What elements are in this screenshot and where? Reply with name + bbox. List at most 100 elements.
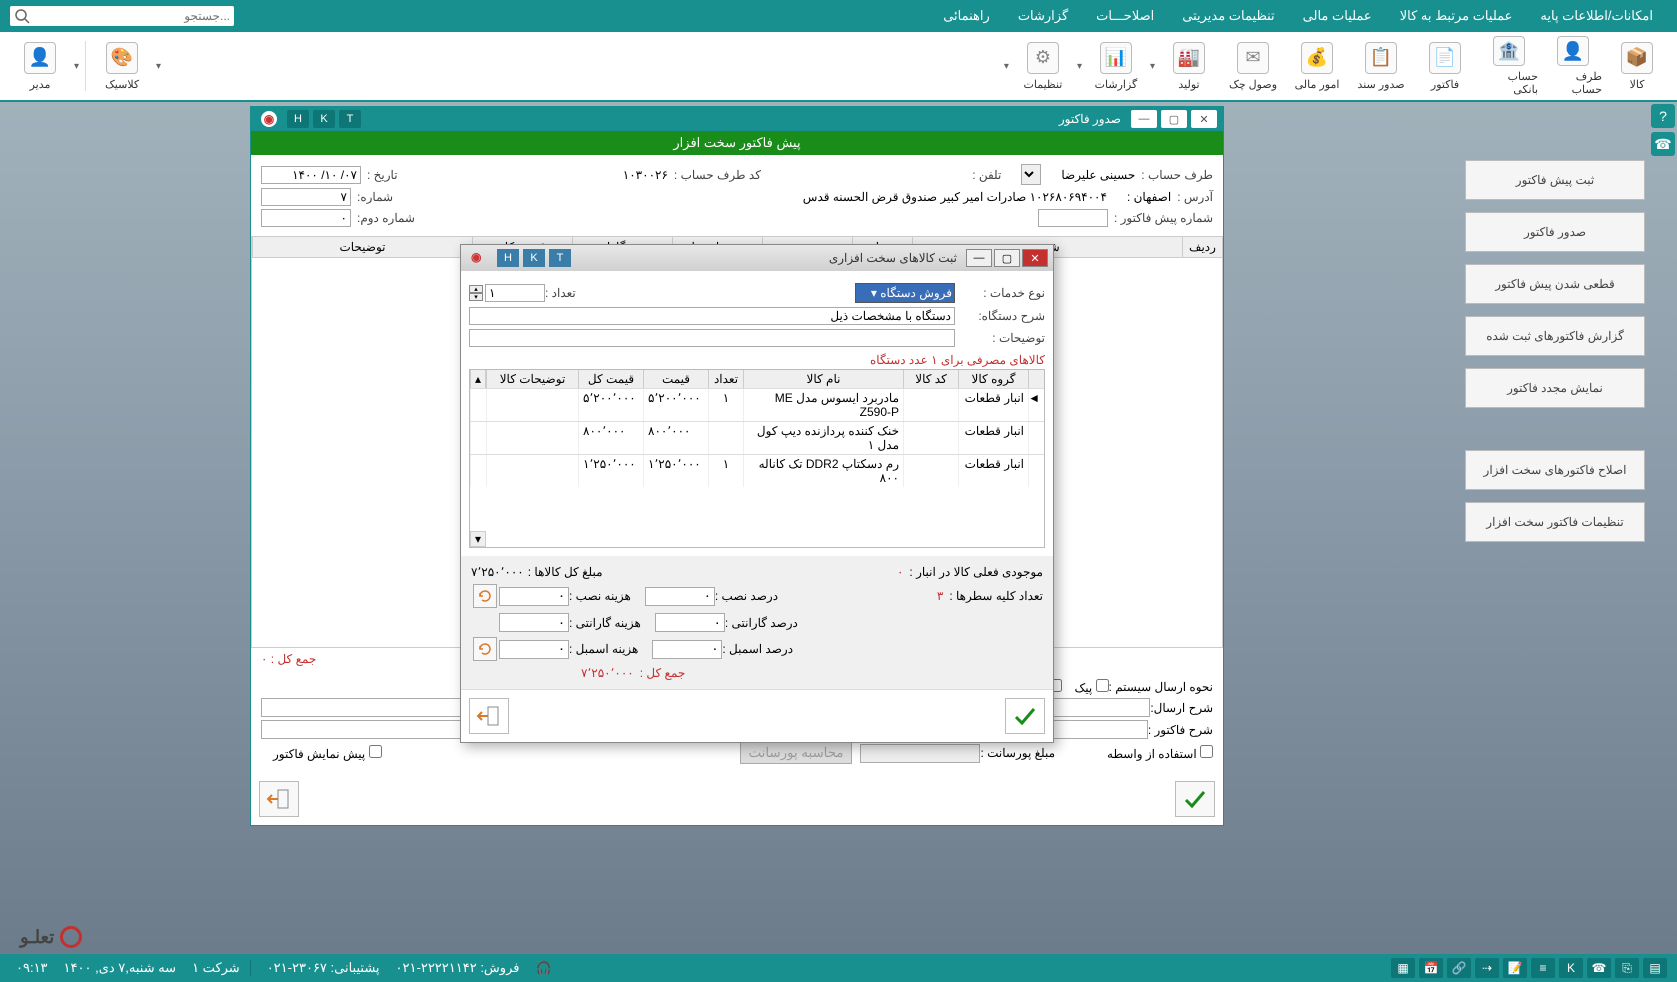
menu-reports[interactable]: گزارشات — [1004, 8, 1082, 24]
warranty-pct-input[interactable] — [655, 613, 725, 632]
modal-maximize-button[interactable]: ▢ — [994, 249, 1020, 267]
install-cost-input[interactable] — [499, 587, 569, 606]
number-input[interactable] — [261, 188, 351, 206]
assemble-pct-label: درصد اسمبل : — [722, 642, 793, 656]
tool-cheque[interactable]: ✉وصول چک — [1223, 35, 1283, 97]
sb-icon-phone[interactable]: ☎ — [1587, 958, 1611, 978]
modal-k-button[interactable]: K — [523, 249, 545, 267]
btn-hw-invoice-settings[interactable]: تنظیمات فاکتور سخت افزار — [1465, 502, 1645, 542]
device-desc-input[interactable] — [469, 307, 955, 325]
h-button[interactable]: H — [287, 110, 309, 128]
second-num-input[interactable] — [261, 209, 351, 227]
toolbar-left-group: 👤مدیر▾ 🎨کلاسیک▾ — [8, 35, 163, 97]
tool-admin[interactable]: 👤مدیر — [10, 35, 70, 97]
table-row[interactable]: ◄ انبار قطعات مادربرد ایسوس مدل ME Z590-… — [470, 388, 1044, 421]
preinvoice-num-input[interactable] — [1038, 209, 1108, 227]
modal-titlebar: ◉ H K T ثبت کالاهای سخت افزاری — ▢ ✕ — [461, 245, 1053, 271]
table-row[interactable]: انبار قطعات رم دسکتاپ DDR2 تک کاناله ۸۰۰… — [470, 454, 1044, 487]
tool-finance[interactable]: 💰امور مالی — [1287, 35, 1347, 97]
search-input[interactable] — [30, 9, 230, 23]
tool-goods[interactable]: 📦کالا — [1607, 35, 1667, 97]
second-num-label: شماره دوم: — [357, 211, 415, 225]
menu-goods-ops[interactable]: عملیات مرتبط به کالا — [1386, 8, 1527, 24]
scroll-up-icon[interactable]: ▴ — [470, 370, 486, 388]
dropdown-arrow-icon[interactable]: ▾ — [1075, 59, 1084, 74]
menu-help[interactable]: راهنمائی — [929, 8, 1004, 24]
assemble-pct-input[interactable] — [652, 640, 722, 659]
modal-exit-button[interactable] — [469, 698, 509, 734]
menu-base[interactable]: امکانات/اطلاعات پایه — [1526, 8, 1667, 24]
spin-down[interactable]: ▾ — [469, 293, 483, 301]
calc-commission-button[interactable]: محاسبه پورسانت — [740, 742, 853, 764]
sb-icon-1[interactable]: ▦ — [1391, 958, 1415, 978]
dropdown-arrow-icon[interactable]: ▾ — [1002, 59, 1011, 74]
tool-invoice[interactable]: 📄فاکتور — [1415, 35, 1475, 97]
sb-icon-note[interactable]: 📝 — [1503, 958, 1527, 978]
tool-production[interactable]: 🏭تولید — [1159, 35, 1219, 97]
dropdown-arrow-icon[interactable]: ▾ — [72, 59, 81, 74]
sb-icon-calendar[interactable]: 📅 — [1419, 958, 1443, 978]
minimize-button[interactable]: — — [1131, 110, 1157, 128]
t-button[interactable]: T — [339, 110, 361, 128]
modal-t-button[interactable]: T — [549, 249, 571, 267]
sb-icon-link[interactable]: 🔗 — [1447, 958, 1471, 978]
statusbar-icons: ▦ 📅 🔗 ⇢ 📝 ≡ K ☎ ⎘ ▤ — [1389, 958, 1669, 978]
help-icon[interactable]: ? — [1651, 104, 1675, 128]
tool-issue-doc[interactable]: 📋صدور سند — [1351, 35, 1411, 97]
warranty-cost-input[interactable] — [499, 613, 569, 632]
k-button[interactable]: K — [313, 110, 335, 128]
btn-register-preinvoice[interactable]: ثبت پیش فاکتور — [1465, 160, 1645, 200]
scroll-down-icon[interactable]: ▾ — [470, 531, 486, 547]
service-type-select[interactable]: فروش دستگاه ▾ — [855, 283, 955, 303]
confirm-button[interactable] — [1175, 781, 1215, 817]
bank-icon: 🏦 — [1493, 36, 1525, 66]
tool-settings[interactable]: ⚙تنظیمات — [1013, 35, 1073, 97]
btn-reshow-invoice[interactable]: نمایش مجدد فاکتور — [1465, 368, 1645, 408]
dropdown-arrow-icon[interactable]: ▾ — [154, 59, 163, 74]
assemble-cost-input[interactable] — [499, 640, 569, 659]
preview-checkbox[interactable]: پیش نمایش فاکتور — [273, 745, 382, 761]
tool-reports[interactable]: 📊گزارشات — [1086, 35, 1146, 97]
count-input[interactable] — [485, 284, 545, 302]
sb-icon-grid[interactable]: ▤ — [1643, 958, 1667, 978]
notes-label: توضیحات : — [955, 331, 1045, 345]
sb-icon-list[interactable]: ≡ — [1531, 958, 1555, 978]
exit-button[interactable] — [259, 781, 299, 817]
send-method-label: نحوه ارسال سیستم : — [1109, 680, 1213, 694]
modal-h-button[interactable]: H — [497, 249, 519, 267]
tool-account-side[interactable]: 👤طرف حساب — [1543, 35, 1603, 97]
modal-confirm-button[interactable] — [1005, 698, 1045, 734]
spin-up[interactable]: ▴ — [469, 285, 483, 293]
table-row[interactable]: انبار قطعات خنک کننده پردازنده دیپ کول م… — [470, 421, 1044, 454]
modal-minimize-button[interactable]: — — [966, 249, 992, 267]
side-actions-panel: ثبت پیش فاکتور صدور فاکتور قطعی شدن پیش … — [1457, 160, 1645, 554]
date-input[interactable] — [261, 166, 361, 184]
sb-icon-k[interactable]: K — [1559, 958, 1583, 978]
modal-close-button[interactable]: ✕ — [1022, 249, 1048, 267]
contact-icon[interactable]: ☎ — [1651, 132, 1675, 156]
maximize-button[interactable]: ▢ — [1161, 110, 1187, 128]
btn-issue-invoice[interactable]: صدور فاکتور — [1465, 212, 1645, 252]
status-time: ۰۹:۱۳ — [16, 960, 48, 976]
sb-icon-copy[interactable]: ⎘ — [1615, 958, 1639, 978]
install-pct-label: درصد نصب : — [715, 589, 778, 603]
menu-management[interactable]: تنظیمات مدیریتی — [1168, 8, 1288, 24]
commission-input[interactable] — [860, 744, 980, 763]
notes-input[interactable] — [469, 329, 955, 347]
tool-bank[interactable]: 🏦حساب بانکی — [1479, 35, 1539, 97]
btn-registered-report[interactable]: گزارش فاکتورهای ثبت شده — [1465, 316, 1645, 356]
account-select[interactable] — [1021, 164, 1041, 185]
menu-financial[interactable]: عملیات مالی — [1289, 8, 1386, 24]
tool-classic-theme[interactable]: 🎨کلاسیک — [92, 35, 152, 97]
opt-pike[interactable]: پیک — [1074, 679, 1108, 695]
menu-corrections[interactable]: اصلاحـــات — [1082, 8, 1168, 24]
dropdown-arrow-icon[interactable]: ▾ — [1148, 59, 1157, 74]
btn-finalize-preinvoice[interactable]: قطعی شدن پیش فاکتور — [1465, 264, 1645, 304]
btn-correct-hw-invoices[interactable]: اصلاح فاکتورهای سخت افزار — [1465, 450, 1645, 490]
sb-icon-share[interactable]: ⇢ — [1475, 958, 1499, 978]
install-pct-input[interactable] — [645, 587, 715, 606]
close-button[interactable]: ✕ — [1191, 110, 1217, 128]
use-broker-checkbox[interactable]: استفاده از واسطه — [1107, 745, 1213, 761]
refresh-install-button[interactable] — [473, 584, 497, 608]
refresh-assemble-button[interactable] — [473, 637, 497, 661]
